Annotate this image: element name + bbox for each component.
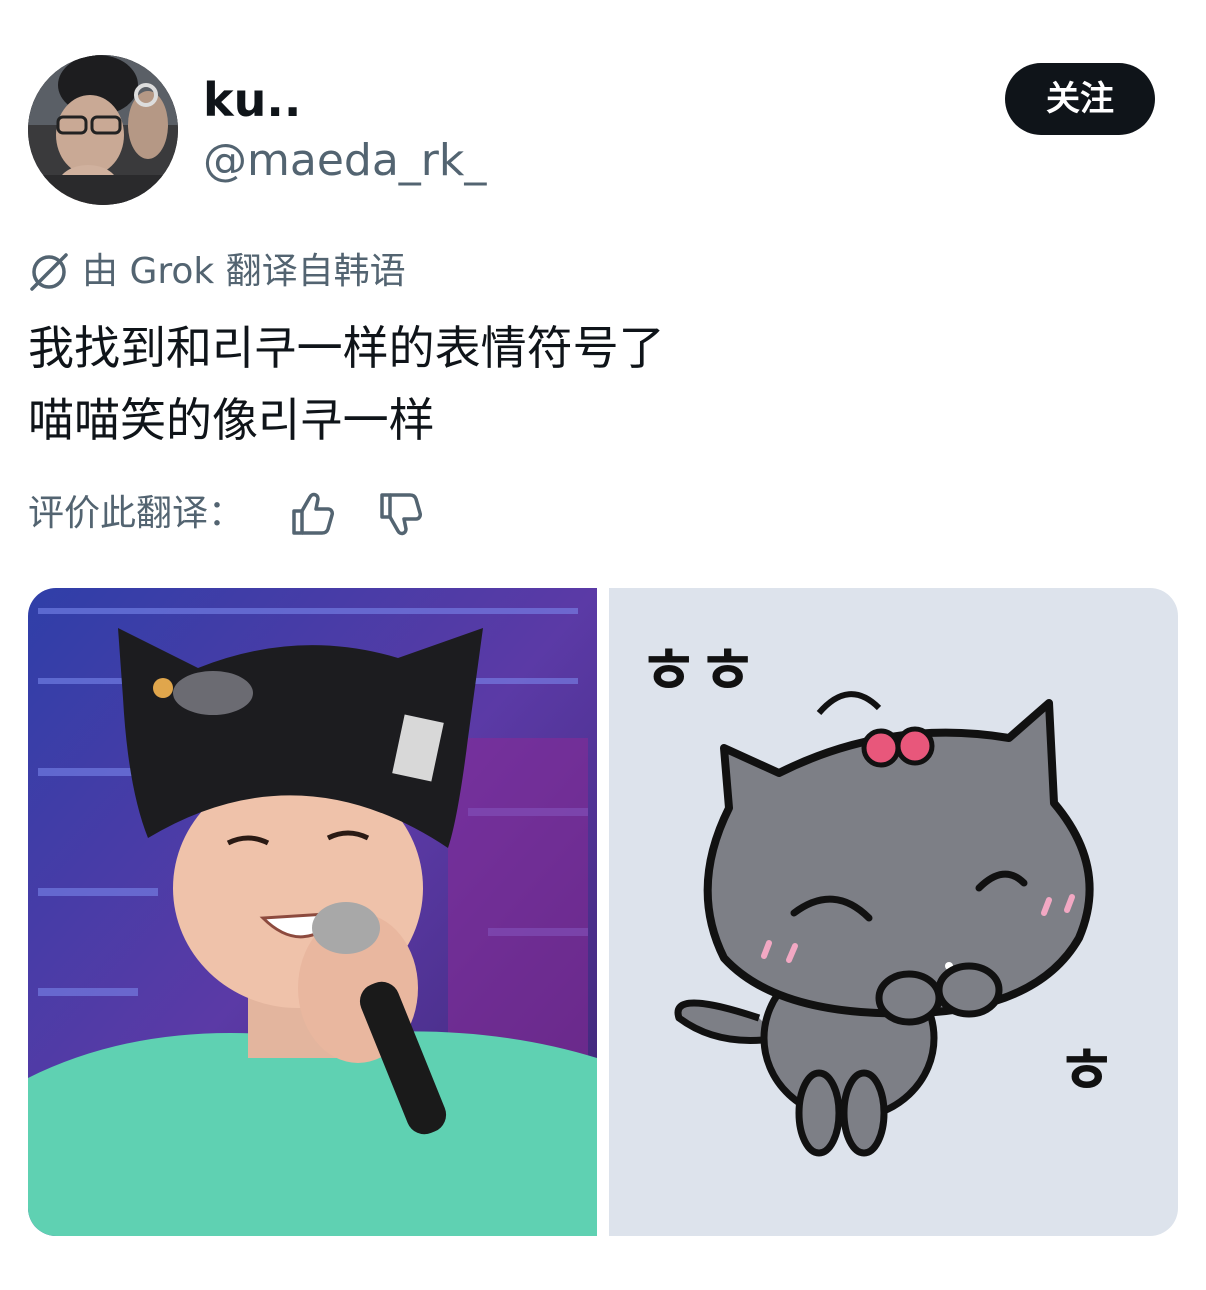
media-sticker[interactable]: ㅎㅎ ㅎ	[609, 588, 1178, 1236]
rate-translation: 评价此翻译：	[28, 484, 426, 544]
media-grid: ㅎㅎ ㅎ	[28, 588, 1178, 1236]
thumbs-down-icon[interactable]	[376, 489, 426, 539]
grok-icon	[30, 253, 68, 291]
tweet-text: 我找到和리쿠一样的表情符号了 喵喵笑的像리쿠一样	[28, 312, 1178, 456]
translation-label: 由 Grok 翻译自韩语	[82, 251, 406, 292]
media-photo[interactable]	[28, 588, 597, 1236]
sticker-laugh-text-side: ㅎ	[1057, 1035, 1116, 1109]
translation-source[interactable]: 由 Grok 翻译自韩语	[28, 244, 406, 300]
avatar-photo-icon	[28, 55, 178, 205]
thumbs-up-icon[interactable]	[288, 489, 338, 539]
gray-cat-sticker-icon: ㅎㅎ ㅎ	[609, 588, 1178, 1236]
display-name[interactable]: ku..	[203, 72, 301, 128]
avatar[interactable]	[28, 55, 178, 205]
tweet-line: 喵喵笑的像리쿠一样	[28, 393, 435, 447]
tweet-line: 我找到和리쿠一样的表情符号了	[28, 321, 665, 375]
rate-translation-label: 评价此翻译：	[28, 493, 245, 534]
sticker-laugh-text: ㅎㅎ	[639, 635, 757, 709]
follow-button[interactable]: 关注	[1005, 63, 1155, 135]
user-handle[interactable]: @maeda_rk_	[203, 134, 486, 188]
singer-photo-icon	[28, 588, 597, 1236]
